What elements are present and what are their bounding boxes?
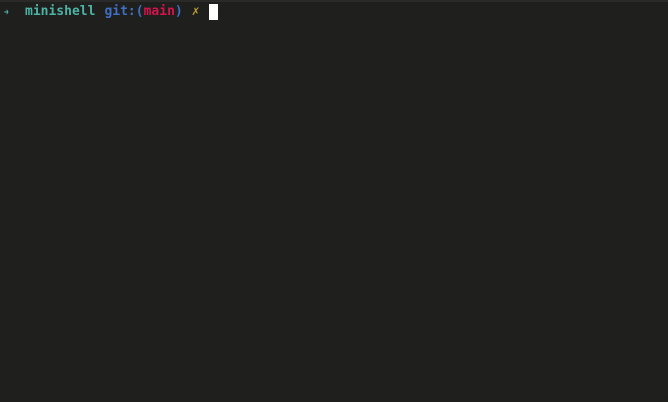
branch-paren-open: ( <box>135 4 144 19</box>
current-directory: minishell <box>25 4 96 19</box>
git-branch-name: main <box>143 4 175 19</box>
terminal-cursor[interactable] <box>208 4 218 20</box>
git-dirty-icon: ✗ <box>191 4 200 19</box>
prompt-arrow-icon: ➜ <box>4 5 9 19</box>
git-label: git: <box>104 4 136 19</box>
branch-paren-close: ) <box>174 4 183 19</box>
terminal-window[interactable]: ➜ minishell git: ( main ) ✗ <box>0 0 668 402</box>
prompt-line[interactable]: ➜ minishell git: ( main ) ✗ <box>0 2 218 22</box>
